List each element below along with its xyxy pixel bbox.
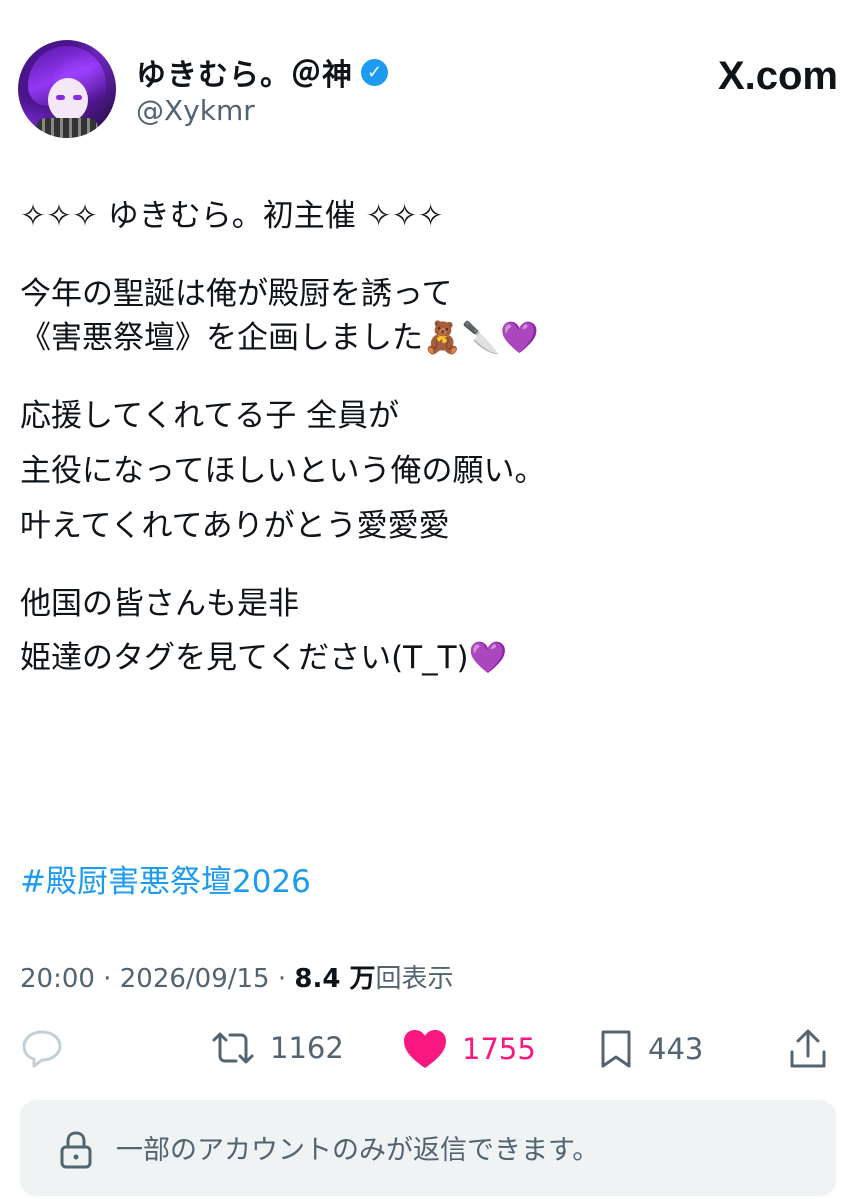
tweet-text: ✧✧✧ ゆきむら。初主催 ✧✧✧ 今年の聖誕は俺が殿厨を誘って 《害悪祭壇》を企…	[20, 196, 840, 678]
tweet-line: ✧✧✧ ゆきむら。初主催 ✧✧✧	[20, 198, 444, 234]
retweet-count: 1162	[270, 1031, 344, 1065]
reply-icon	[22, 1030, 62, 1068]
reply-button[interactable]	[20, 1028, 64, 1068]
tweet-line: 応援してくれてる子 全員が	[20, 398, 400, 434]
tweet-line: 叶えてくれてありがとう愛愛愛	[20, 508, 450, 544]
tweet-date[interactable]: 2026/09/15	[120, 964, 270, 994]
user-handle[interactable]: @Xykmr	[136, 94, 255, 127]
view-label: 回表示	[375, 964, 454, 994]
tweet-header: ゆきむら。＠神 ✓ @Xykmr X.com	[18, 40, 838, 140]
avatar[interactable]	[18, 40, 116, 138]
tweet-line: 《害悪祭壇》を企画しました🧸🔪💜	[20, 320, 539, 356]
retweet-button[interactable]: 1162	[210, 1028, 344, 1068]
share-icon	[790, 1029, 826, 1068]
lock-icon	[60, 1131, 92, 1169]
brand-logo: X.com	[717, 54, 838, 98]
bookmark-count: 443	[648, 1032, 704, 1066]
action-bar: 1162 1755 443	[20, 1028, 840, 1074]
tweet-meta: 20:00 · 2026/09/15 · 8.4 万回表示	[20, 958, 454, 995]
view-count: 8.4 万	[294, 964, 376, 994]
meta-separator: ·	[269, 964, 295, 994]
tweet-line: 主役になってほしいという俺の願い。	[20, 453, 546, 489]
tweet-time[interactable]: 20:00	[20, 964, 95, 994]
retweet-icon	[212, 1032, 254, 1064]
tweet-line: 他国の皆さんも是非	[20, 586, 299, 622]
bookmark-icon	[601, 1030, 631, 1068]
reply-restriction-text: 一部のアカウントのみが返信できます。	[116, 1135, 600, 1166]
name-row: ゆきむら。＠神 ✓	[136, 50, 388, 94]
hashtag-link[interactable]: #殿厨害悪祭壇2026	[20, 856, 311, 901]
tweet-line: 姫達のタグを見てください(T_T)💜	[20, 640, 508, 676]
bookmark-button[interactable]: 443	[598, 1028, 703, 1070]
like-count: 1755	[462, 1032, 536, 1066]
share-button[interactable]	[788, 1028, 828, 1070]
reply-restriction-notice: 一部のアカウントのみが返信できます。	[20, 1100, 836, 1196]
meta-separator: ·	[94, 964, 120, 994]
heart-icon	[404, 1030, 446, 1068]
tweet-line: 今年の聖誕は俺が殿厨を誘って	[20, 276, 453, 312]
verified-badge-icon: ✓	[361, 58, 388, 86]
like-button[interactable]: 1755	[402, 1028, 536, 1070]
display-name[interactable]: ゆきむら。＠神	[136, 50, 353, 94]
